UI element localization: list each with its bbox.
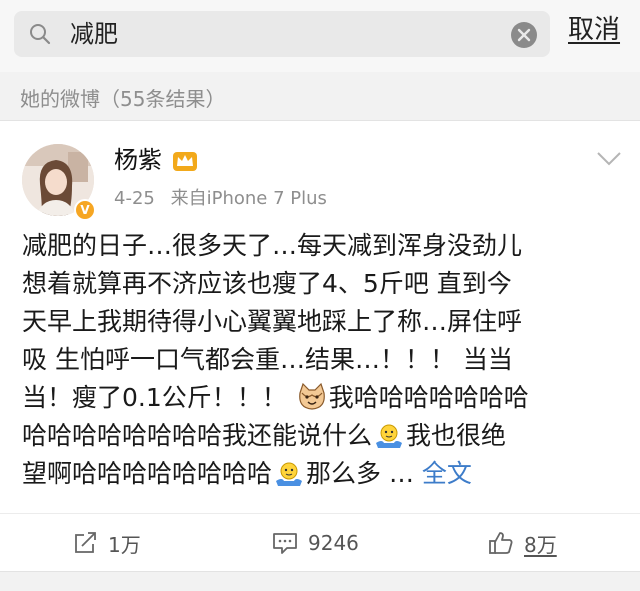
cancel-button[interactable]: 取消 (568, 14, 620, 46)
comment-button[interactable]: 9246 (272, 514, 359, 572)
shrug-emoji-icon (276, 462, 303, 486)
post-meta: 4-25 来自iPhone 7 Plus (114, 187, 337, 211)
post-date: 4-25 (114, 188, 155, 209)
weibo-post-card[interactable]: V 杨紫 4-25 来自iPhone 7 Plus 减肥的日子…很多天了…每天减… (0, 120, 640, 572)
section-label: 她的微博（55条结果） (20, 87, 226, 111)
search-query: 减肥 (70, 20, 118, 48)
post-text-line: 天早上我期待得小心翼翼地踩上了称…屏住呼 (22, 307, 523, 336)
post-action-bar: 1万 9246 8万 (0, 513, 640, 571)
search-input[interactable]: 减肥 (14, 11, 550, 57)
post-text-line: 哈哈哈哈哈哈哈哈我还能说什么 我也很绝 (22, 417, 622, 455)
post-text-segment: 我也很绝 (406, 421, 507, 450)
post-text-segment: 我哈哈哈哈哈哈哈 (328, 383, 529, 412)
post-text-line: 当！瘦了0.1公斤！！！ 我哈哈哈哈哈哈哈 (22, 379, 622, 417)
crown-icon[interactable] (172, 149, 198, 173)
post-text-segment: 当！瘦了0.1公斤！！！ (22, 383, 295, 412)
full-text-link[interactable]: 全文 (422, 459, 472, 488)
clear-icon[interactable] (511, 22, 537, 48)
post-text-segment: 哈哈哈哈哈哈哈哈我还能说什么 (22, 421, 373, 450)
repost-button[interactable]: 1万 (72, 514, 141, 572)
like-button[interactable]: 8万 (488, 514, 557, 572)
cat-face-emoji-icon (298, 383, 325, 410)
post-text-line: 想着就算再不济应该也瘦了4、5斤吧 直到今 (22, 269, 512, 298)
post-text-line: 望啊哈哈哈哈哈哈哈哈 那么多 … 全文 (22, 455, 622, 493)
post-text-line: 减肥的日子…很多天了…每天减到浑身没劲儿 (22, 231, 523, 260)
repost-count: 1万 (108, 532, 141, 557)
search-icon (30, 24, 51, 45)
shrug-emoji-icon (376, 424, 403, 448)
post-text: 减肥的日子…很多天了…每天减到浑身没劲儿 想着就算再不济应该也瘦了4、5斤吧 直… (22, 227, 622, 493)
chevron-down-icon[interactable] (596, 151, 622, 167)
search-header: 减肥 取消 (0, 0, 640, 72)
repost-icon (75, 532, 96, 553)
thumbs-up-icon (489, 532, 513, 554)
post-text-segment: 望啊哈哈哈哈哈哈哈哈 (22, 459, 273, 488)
like-count: 8万 (524, 532, 557, 557)
post-author[interactable]: 杨紫 (114, 145, 162, 175)
post-text-segment: 那么多 … (306, 459, 422, 488)
post-source: 来自iPhone 7 Plus (170, 188, 327, 209)
verified-badge-icon: V (74, 199, 96, 221)
post-text-line: 吸 生怕呼一口气都会重…结果…！！！ 当当 (22, 345, 513, 374)
comment-count: 9246 (308, 531, 359, 555)
comment-icon (273, 533, 297, 554)
